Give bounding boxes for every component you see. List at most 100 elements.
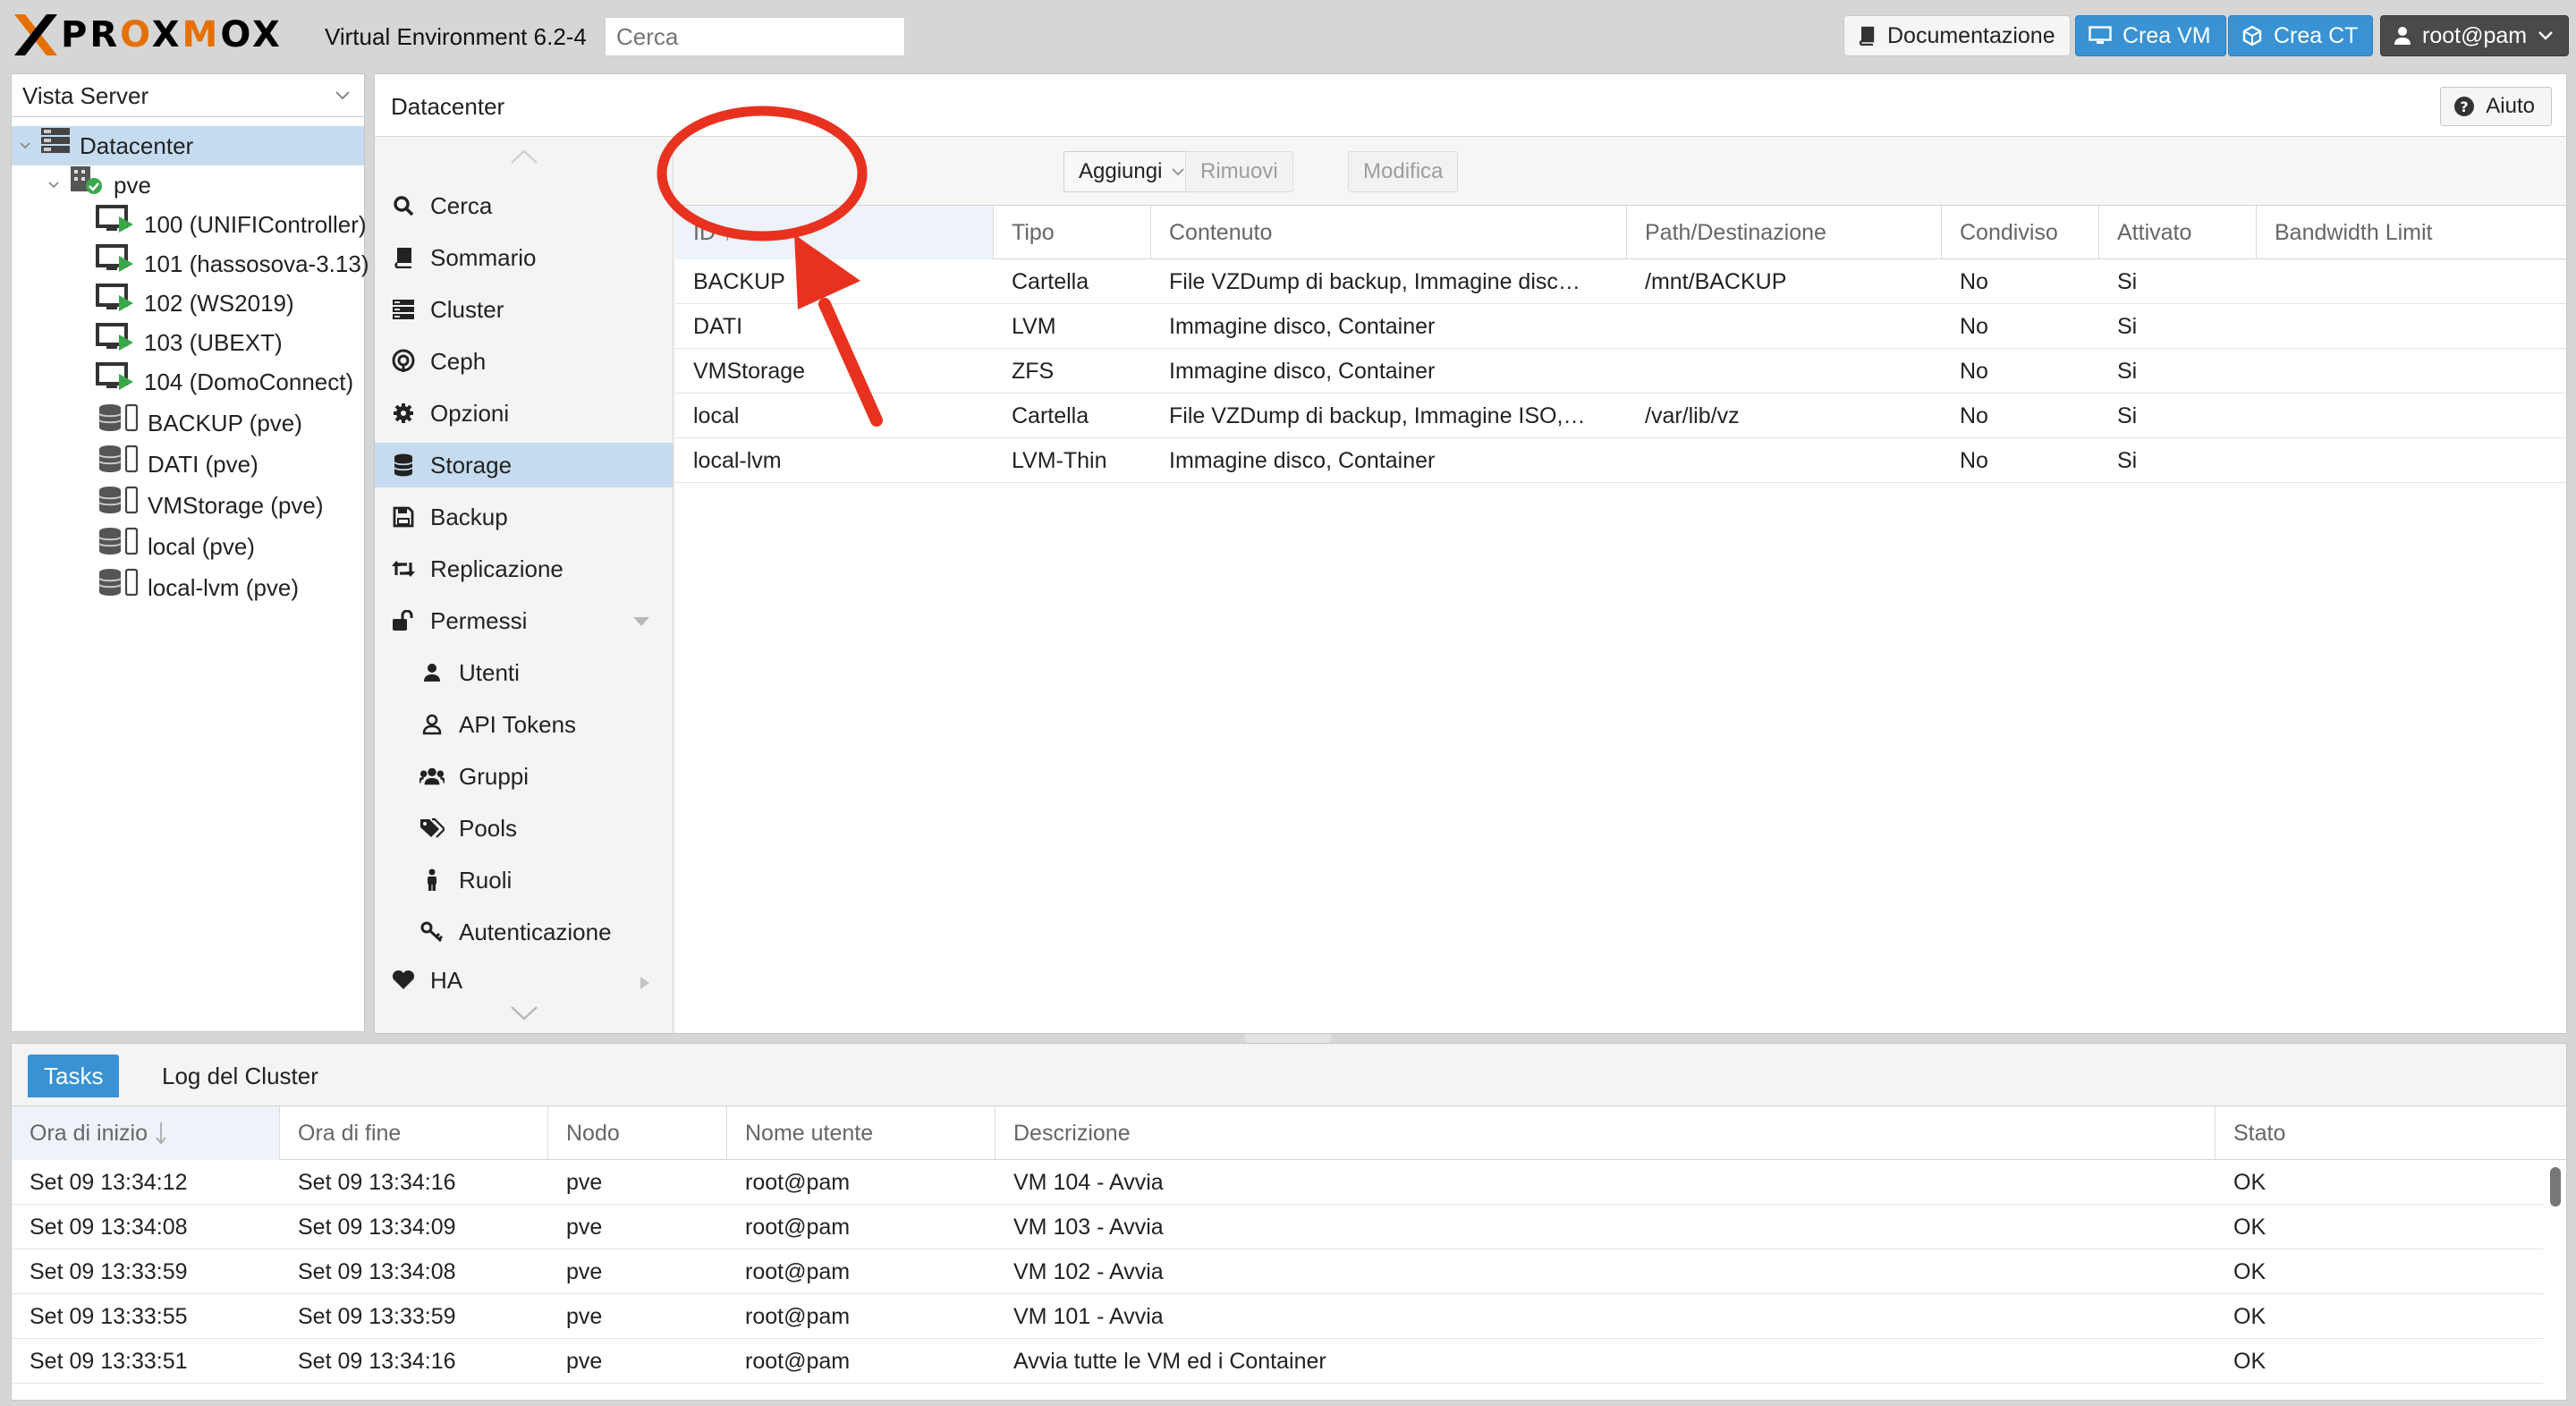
- cell-shared: No: [1960, 314, 1988, 339]
- menu-item-replication[interactable]: Replicazione: [375, 546, 673, 591]
- create-vm-label: Crea VM: [2123, 23, 2211, 48]
- column-header-end-time[interactable]: Ora di fine: [280, 1106, 548, 1160]
- storage-toolbar: Aggiungi Rimuovi Modifica: [675, 139, 2566, 205]
- tab-tasks[interactable]: Tasks: [28, 1054, 120, 1097]
- column-header-status[interactable]: Stato: [2216, 1106, 2566, 1160]
- task-row[interactable]: Set 09 13:33:55 Set 09 13:33:59 pve root…: [12, 1294, 2543, 1339]
- tree-node-storage[interactable]: BACKUP (pve): [12, 403, 364, 443]
- tree-node-vm[interactable]: 100 (UNIFIController): [12, 204, 367, 244]
- tasks-scrollbar[interactable]: [2550, 1167, 2561, 1207]
- column-header-shared[interactable]: Condiviso: [1942, 206, 2099, 259]
- column-label: Stato: [2233, 1121, 2286, 1146]
- column-header-id[interactable]: ID ↑: [675, 206, 994, 259]
- menu-item-roles[interactable]: Ruoli: [375, 858, 673, 902]
- column-header-node[interactable]: Nodo: [548, 1106, 727, 1160]
- storage-icon: [97, 526, 139, 568]
- tree-node-storage[interactable]: local-lvm (pve): [12, 568, 364, 607]
- tree-node-vm[interactable]: 103 (UBEXT): [12, 322, 364, 362]
- remove-label: Rimuovi: [1200, 159, 1278, 183]
- tree-node-storage[interactable]: VMStorage (pve): [12, 486, 364, 525]
- tree-node-vm[interactable]: 102 (WS2019): [12, 283, 364, 325]
- table-row[interactable]: BACKUP Cartella File VZDump di backup, I…: [675, 259, 2566, 304]
- cell-enabled: Si: [2117, 269, 2138, 294]
- tree-label: BACKUP (pve): [148, 410, 302, 436]
- tree-label: 100 (UNIFIController): [144, 211, 367, 238]
- panel-header: Datacenter ? Aiuto: [375, 74, 2566, 137]
- tree-node-storage[interactable]: DATI (pve): [12, 445, 364, 484]
- tree-node-vm[interactable]: 104 (DomoConnect): [12, 361, 364, 402]
- global-search-input[interactable]: [605, 17, 905, 56]
- create-vm-button[interactable]: Crea VM: [2075, 15, 2226, 56]
- cell-id: BACKUP: [693, 269, 785, 294]
- menu-item-options[interactable]: Opzioni: [375, 391, 673, 436]
- cell-status: OK: [2233, 1170, 2267, 1195]
- users-icon: [419, 764, 445, 789]
- user-menu-button[interactable]: root@pam: [2380, 15, 2570, 56]
- task-row[interactable]: Set 09 13:33:59 Set 09 13:34:08 pve root…: [12, 1249, 2543, 1294]
- column-header-path[interactable]: Path/Destinazione: [1627, 206, 1942, 259]
- task-row[interactable]: Set 09 13:34:12 Set 09 13:34:16 pve root…: [12, 1160, 2543, 1205]
- menu-item-search[interactable]: Cerca: [375, 183, 673, 228]
- cell-status: OK: [2233, 1349, 2267, 1374]
- table-row[interactable]: local Cartella File VZDump di backup, Im…: [675, 394, 2566, 438]
- menu-item-permissions[interactable]: Permessi: [375, 598, 673, 643]
- help-button[interactable]: ? Aiuto: [2440, 87, 2552, 126]
- create-ct-button[interactable]: Crea CT: [2228, 15, 2374, 56]
- menu-label: Ruoli: [459, 867, 513, 894]
- cell-description: VM 104 - Avvia: [1013, 1170, 1164, 1195]
- tree-node-pve[interactable]: pve: [12, 165, 364, 205]
- scroll-up-icon[interactable]: [509, 148, 539, 170]
- view-selector[interactable]: Vista Server: [12, 74, 364, 117]
- column-header-content[interactable]: Contenuto: [1151, 206, 1627, 259]
- documentation-button[interactable]: Documentazione: [1843, 15, 2071, 56]
- scroll-down-icon[interactable]: [509, 1004, 539, 1027]
- table-row[interactable]: DATI LVM Immagine disco, Container No Si: [675, 304, 2566, 349]
- menu-item-summary[interactable]: Sommario: [375, 235, 673, 280]
- column-header-description[interactable]: Descrizione: [996, 1106, 2216, 1160]
- column-header-type[interactable]: Tipo: [994, 206, 1151, 259]
- cell-path: [1627, 304, 1942, 349]
- menu-item-pools[interactable]: Pools: [375, 806, 673, 851]
- table-row[interactable]: local-lvm LVM-Thin Immagine disco, Conta…: [675, 438, 2566, 483]
- column-label: Nome utente: [745, 1121, 874, 1146]
- menu-item-authentication[interactable]: Autenticazione: [375, 910, 673, 954]
- task-row[interactable]: Set 09 13:34:08 Set 09 13:34:09 pve root…: [12, 1205, 2543, 1249]
- menu-item-groups[interactable]: Gruppi: [375, 754, 673, 799]
- cell-node: pve: [566, 1259, 603, 1284]
- cell-description: VM 101 - Avvia: [1013, 1304, 1164, 1329]
- edit-button[interactable]: Modifica: [1348, 151, 1459, 192]
- menu-item-ceph[interactable]: Ceph: [375, 339, 673, 384]
- vm-running-icon: [96, 283, 135, 325]
- server-rack-icon: [40, 126, 71, 165]
- cell-content: Immagine disco, Container: [1169, 448, 1436, 473]
- add-button[interactable]: Aggiungi: [1063, 151, 1201, 192]
- cell-node: pve: [566, 1304, 603, 1329]
- cell-start-time: Set 09 13:33:55: [30, 1304, 188, 1329]
- menu-item-users[interactable]: Utenti: [375, 650, 673, 695]
- column-header-start-time[interactable]: Ora di inizio: [12, 1106, 280, 1160]
- tree-node-vm[interactable]: 101 (hassosova-3.13): [12, 243, 369, 284]
- help-label: Aiuto: [2486, 94, 2535, 118]
- table-row[interactable]: VMStorage ZFS Immagine disco, Container …: [675, 349, 2566, 394]
- column-header-enabled[interactable]: Attivato: [2099, 206, 2257, 259]
- tree-label: 103 (UBEXT): [144, 329, 283, 356]
- remove-button[interactable]: Rimuovi: [1185, 151, 1293, 192]
- menu-item-storage[interactable]: Storage: [375, 443, 673, 487]
- version-label: Virtual Environment 6.2-4: [325, 23, 587, 50]
- column-header-bandwidth[interactable]: Bandwidth Limit: [2257, 206, 2566, 259]
- menu-item-api-tokens[interactable]: API Tokens: [375, 702, 673, 747]
- menu-item-backup[interactable]: Backup: [375, 495, 673, 539]
- cell-path: /var/lib/vz: [1645, 403, 1740, 428]
- tree-node-storage[interactable]: local (pve): [12, 527, 364, 566]
- task-row[interactable]: Set 09 13:33:51 Set 09 13:34:16 pve root…: [12, 1339, 2543, 1384]
- tab-cluster-log[interactable]: Log del Cluster: [146, 1054, 335, 1097]
- cell-enabled: Si: [2117, 359, 2138, 384]
- cell-enabled: Si: [2117, 403, 2138, 428]
- tree-node-datacenter[interactable]: Datacenter: [12, 126, 364, 165]
- book-icon: [391, 245, 416, 270]
- menu-item-cluster[interactable]: Cluster: [375, 287, 673, 332]
- datacenter-panel: Datacenter ? Aiuto Cerca Sommario Cluste…: [374, 73, 2567, 1034]
- menu-label: Cluster: [430, 296, 504, 323]
- cell-node: pve: [566, 1170, 603, 1195]
- column-header-username[interactable]: Nome utente: [727, 1106, 996, 1160]
